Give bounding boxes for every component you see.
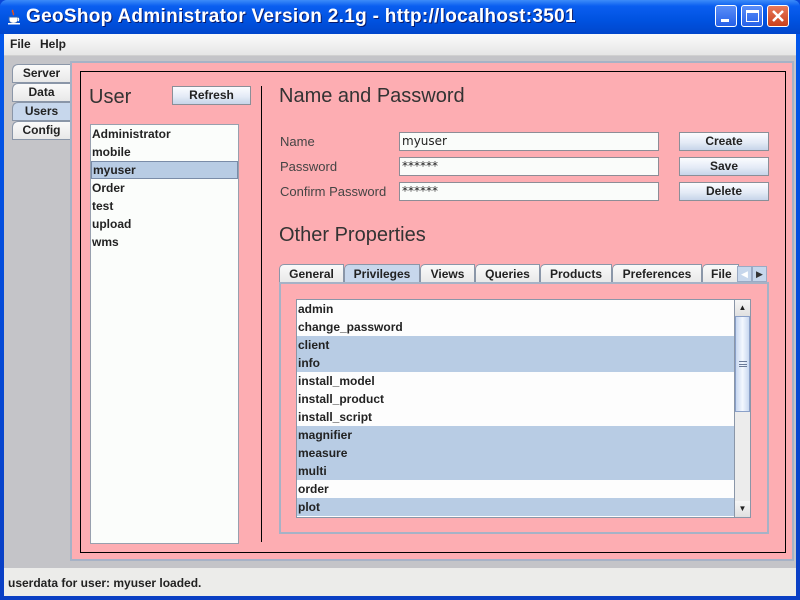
application-window: GeoShop Administrator Version 2.1g - htt… <box>0 0 800 600</box>
privilege-item-selected[interactable]: plot <box>297 498 735 516</box>
save-button[interactable]: Save <box>679 157 769 176</box>
menu-file[interactable]: File <box>10 37 31 51</box>
tab-server[interactable]: Server <box>12 64 70 83</box>
status-text: userdata for user: myuser loaded. <box>8 576 202 590</box>
scroll-up-button[interactable]: ▲ <box>735 300 750 316</box>
privilege-item-selected[interactable]: magnifier <box>297 426 735 444</box>
tab-products[interactable]: Products <box>540 264 612 283</box>
tab-users[interactable]: Users <box>12 102 70 121</box>
arrow-down-icon: ▼ <box>738 504 747 513</box>
other-properties-heading: Other Properties <box>279 224 426 246</box>
tab-queries[interactable]: Queries <box>475 264 540 283</box>
minimize-icon <box>721 19 729 22</box>
privilege-item-selected[interactable]: info <box>297 354 735 372</box>
minimize-button[interactable] <box>715 5 737 27</box>
tab-preferences[interactable]: Preferences <box>612 264 702 283</box>
privilege-item[interactable]: admin <box>297 300 735 318</box>
users-tab-panel: User Refresh Administrator mobile myuser… <box>70 61 794 561</box>
status-bar: userdata for user: myuser loaded. <box>4 568 796 596</box>
tab-scroll-right-button[interactable]: ▶ <box>752 266 767 282</box>
tab-general[interactable]: General <box>279 264 344 283</box>
user-list-item-selected[interactable]: myuser <box>91 161 238 179</box>
tab-config[interactable]: Config <box>12 121 70 140</box>
confirm-password-field[interactable]: ****** <box>399 182 659 201</box>
password-field[interactable]: ****** <box>399 157 659 176</box>
privileges-scrollbar[interactable]: ▲ ▼ <box>734 300 750 517</box>
user-list-item[interactable]: upload <box>91 215 238 233</box>
user-list-item[interactable]: Administrator <box>91 125 238 143</box>
maximize-icon <box>746 10 759 22</box>
refresh-button[interactable]: Refresh <box>172 86 251 105</box>
password-label: Password <box>280 159 338 174</box>
privilege-item[interactable]: install_model <box>297 372 735 390</box>
confirm-password-label: Confirm Password <box>280 184 387 199</box>
chevron-right-icon: ▶ <box>756 269 763 279</box>
privileges-panel: admin change_password client info instal… <box>279 282 769 534</box>
name-field[interactable]: myuser <box>399 132 659 151</box>
user-list-item[interactable]: test <box>91 197 238 215</box>
privilege-item[interactable]: change_password <box>297 318 735 336</box>
privilege-item[interactable]: install_script <box>297 408 735 426</box>
close-button[interactable] <box>767 5 789 27</box>
user-list[interactable]: Administrator mobile myuser Order test u… <box>90 124 239 544</box>
privilege-item[interactable]: order <box>297 480 735 498</box>
user-list-item[interactable]: mobile <box>91 143 238 161</box>
user-heading: User <box>89 86 132 108</box>
tab-privileges[interactable]: Privileges <box>344 264 420 283</box>
title-bar[interactable]: GeoShop Administrator Version 2.1g - htt… <box>0 0 800 34</box>
menu-help[interactable]: Help <box>40 37 66 51</box>
tab-data[interactable]: Data <box>12 83 70 102</box>
user-list-item[interactable]: wms <box>91 233 238 251</box>
privilege-item-selected[interactable]: multi <box>297 462 735 480</box>
privilege-item[interactable]: install_product <box>297 390 735 408</box>
name-password-heading: Name and Password <box>279 85 465 107</box>
privilege-item-selected[interactable]: measure <box>297 444 735 462</box>
delete-button[interactable]: Delete <box>679 182 769 201</box>
main-content: Server Data Users Config User Refresh Ad… <box>4 56 796 568</box>
scrollbar-thumb[interactable] <box>735 316 750 412</box>
user-list-item[interactable]: Order <box>91 179 238 197</box>
users-frame: User Refresh Administrator mobile myuser… <box>80 71 786 553</box>
privilege-item-selected[interactable]: client <box>297 336 735 354</box>
create-button[interactable]: Create <box>679 132 769 151</box>
tab-views[interactable]: Views <box>420 264 475 283</box>
arrow-up-icon: ▲ <box>738 303 747 312</box>
privileges-list[interactable]: admin change_password client info instal… <box>296 299 751 518</box>
scroll-down-button[interactable]: ▼ <box>735 501 750 517</box>
tab-file[interactable]: File <box>702 264 739 283</box>
chevron-left-icon: ◀ <box>741 269 748 279</box>
tab-scroll-left-button[interactable]: ◀ <box>737 266 752 282</box>
panel-divider <box>261 86 262 542</box>
close-icon <box>772 10 784 22</box>
window-title: GeoShop Administrator Version 2.1g - htt… <box>26 6 576 27</box>
java-cup-icon <box>8 9 20 25</box>
name-label: Name <box>280 134 315 149</box>
menu-bar: File Help <box>4 34 796 56</box>
maximize-button[interactable] <box>741 5 763 27</box>
grip-icon <box>739 361 747 367</box>
